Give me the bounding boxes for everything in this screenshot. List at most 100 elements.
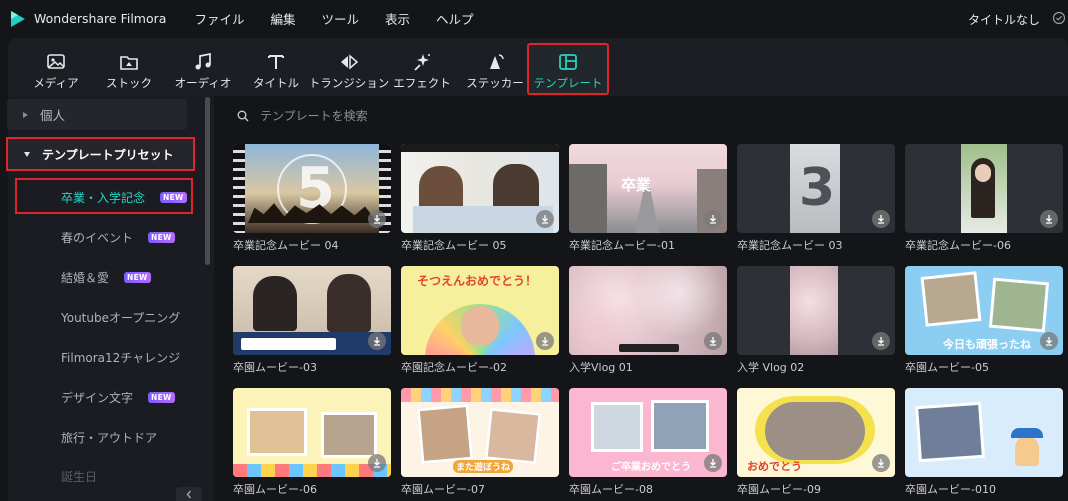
template-overlay-text: そつえんおめでとう！ (417, 274, 538, 288)
download-button[interactable] (368, 454, 386, 472)
download-icon (878, 459, 884, 468)
tab-transitions[interactable]: トランジション (309, 45, 389, 95)
download-button[interactable] (536, 332, 554, 350)
download-icon (374, 459, 380, 468)
template-thumbnail (569, 266, 727, 355)
menu-bar: ファイル 編集 ツール 表示 ヘルプ (194, 9, 499, 28)
check-circle-icon[interactable] (1052, 11, 1066, 25)
download-icon (710, 337, 716, 346)
download-button[interactable] (704, 454, 722, 472)
download-button[interactable] (1040, 210, 1058, 228)
template-thumbnail: 卒業 (569, 144, 727, 233)
download-button[interactable] (872, 454, 890, 472)
sidebar-item-travel-outdoor[interactable]: 旅行・アウトドア (61, 429, 157, 446)
tab-label: テンプレート (533, 76, 603, 90)
sidebar-scroll-thumb[interactable] (205, 97, 210, 265)
template-card[interactable]: ご卒業おめでとう 卒園ムービー-08 (569, 388, 727, 497)
menu-tools[interactable]: ツール (321, 9, 359, 28)
tab-label: タイトル (253, 76, 299, 90)
template-card[interactable]: 卒園ムービー-03 (233, 266, 391, 375)
effect-icon (414, 54, 430, 71)
tab-stickers[interactable]: ステッカー (462, 45, 528, 95)
download-icon (542, 215, 548, 224)
menu-edit[interactable]: 編集 (270, 9, 295, 28)
search-input[interactable] (260, 108, 660, 123)
sidebar-item-spring-events[interactable]: 春のイベント NEW (61, 229, 175, 246)
download-button[interactable] (704, 210, 722, 228)
search-icon (237, 110, 249, 121)
template-card[interactable]: 3 卒業記念ムービー 03 (737, 144, 895, 253)
sidebar-item-youtube-opening[interactable]: Youtubeオープニング (61, 309, 180, 326)
template-caption: 卒園ムービー-05 (905, 361, 989, 374)
sidebar-item-birthday[interactable]: 誕生日 (61, 468, 97, 485)
sidebar-item-filmora12-challenge[interactable]: Filmora12チャレンジ (61, 349, 180, 366)
download-button[interactable] (704, 332, 722, 350)
template-thumbnail (233, 388, 391, 477)
download-icon (878, 337, 884, 346)
template-caption: 卒業記念ムービー-01 (569, 239, 675, 252)
download-button[interactable] (368, 332, 386, 350)
template-caption: 卒園ムービー-07 (401, 483, 485, 496)
template-caption: 卒業記念ムービー 03 (737, 239, 843, 252)
stock-icon (120, 56, 138, 70)
tab-templates[interactable]: テンプレート (527, 43, 609, 95)
template-caption: 入学Vlog 01 (569, 361, 633, 374)
tab-media[interactable]: メディア (23, 45, 89, 95)
template-thumbnail (401, 144, 559, 233)
menu-file[interactable]: ファイル (194, 9, 244, 28)
template-card[interactable]: また遊ぼうね 卒園ムービー-07 (401, 388, 559, 497)
search-bar (219, 100, 1068, 131)
template-card[interactable]: 卒業記念ムービー-06 (905, 144, 1063, 253)
sidebar-item-label: 旅行・アウトドア (61, 431, 158, 445)
collapse-sidebar-button[interactable] (176, 487, 202, 501)
template-card[interactable]: 入学 Vlog 02 (737, 266, 895, 375)
sidebar-group-template-presets[interactable]: テンプレートプリセット (6, 137, 195, 171)
download-button[interactable] (536, 210, 554, 228)
download-button[interactable] (368, 210, 386, 228)
filmora-logo-icon (11, 10, 25, 27)
chevron-down-icon (24, 151, 30, 157)
sidebar-item-graduation[interactable]: 卒業・入学記念 NEW (61, 189, 187, 206)
template-overlay-text: ご卒業おめでとう (611, 462, 691, 473)
download-icon (374, 215, 380, 224)
download-button[interactable] (872, 210, 890, 228)
new-badge: NEW (148, 232, 175, 243)
template-card[interactable]: 卒業記念ムービー 05 (401, 144, 559, 253)
template-card[interactable]: 5 卒業記念ムービー 04 (233, 144, 391, 253)
sidebar-item-label: 春のイベント (61, 231, 134, 245)
tab-label: トランジション (308, 76, 390, 90)
tab-stock[interactable]: ストック (96, 45, 162, 95)
template-card[interactable]: 卒園ムービー-06 (233, 388, 391, 497)
title-icon (268, 55, 284, 69)
menu-help[interactable]: ヘルプ (436, 9, 474, 28)
template-card[interactable]: 今日も頑張ったね 卒園ムービー-05 (905, 266, 1063, 375)
sidebar-group-personal[interactable]: 個人 (7, 99, 187, 130)
tab-audio[interactable]: オーディオ (170, 45, 236, 95)
download-icon (710, 459, 716, 468)
template-card[interactable]: 卒園ムービー-010 (905, 388, 1063, 497)
template-card[interactable]: 入学Vlog 01 (569, 266, 727, 375)
sidebar-item-wedding-love[interactable]: 結婚＆愛 NEW (61, 269, 151, 286)
template-caption: 卒園ムービー-08 (569, 483, 653, 496)
audio-icon (195, 52, 211, 70)
template-caption: 卒園ムービー-010 (905, 483, 996, 496)
sidebar-item-design-text[interactable]: デザイン文字 NEW (61, 389, 175, 406)
download-icon (878, 215, 884, 224)
template-overlay-text: 卒業 (621, 176, 652, 194)
download-icon (374, 337, 380, 346)
sidebar-item-label: 結婚＆愛 (61, 271, 110, 285)
menu-view[interactable]: 表示 (385, 9, 410, 28)
template-overlay-text: 今日も頑張ったね (943, 338, 1031, 351)
template-overlay-text: また遊ぼうね (453, 460, 514, 473)
app-name: Wondershare Filmora (34, 11, 167, 26)
template-card[interactable]: そつえんおめでとう！ 卒園記念ムービー-02 (401, 266, 559, 375)
tab-titles[interactable]: タイトル (243, 45, 309, 95)
download-button[interactable] (872, 332, 890, 350)
download-button[interactable] (1040, 332, 1058, 350)
tab-effects[interactable]: エフェクト (389, 45, 455, 95)
template-overlay-text: おめでとう (747, 460, 802, 473)
template-caption: 卒園ムービー-03 (233, 361, 317, 374)
project-title[interactable]: タイトルなし (968, 11, 1040, 28)
template-card[interactable]: おめでとう 卒園ムービー-09 (737, 388, 895, 497)
template-card[interactable]: 卒業 卒業記念ムービー-01 (569, 144, 727, 253)
